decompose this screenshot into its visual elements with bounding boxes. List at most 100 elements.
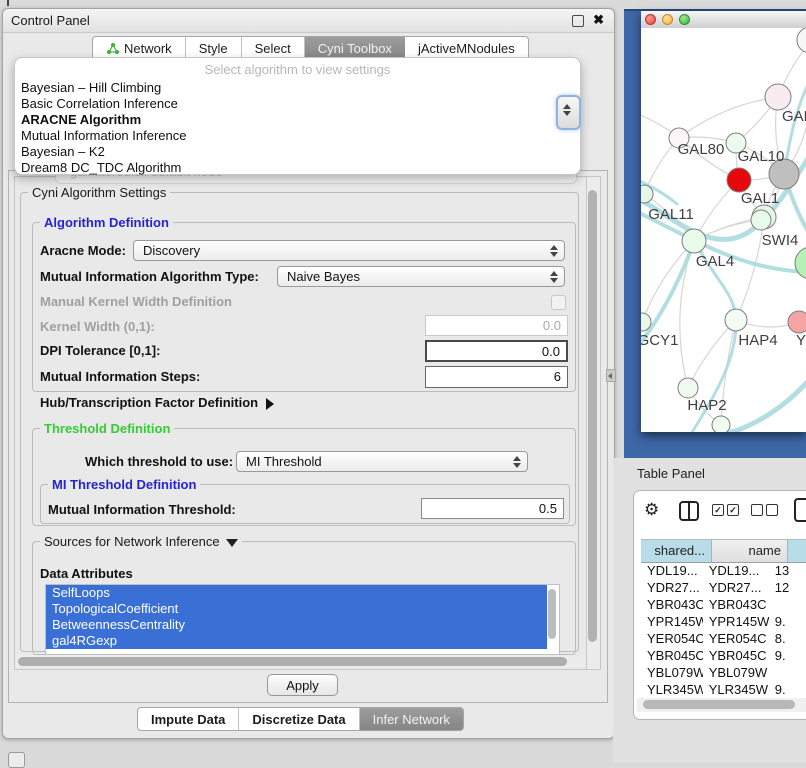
network-window-titlebar[interactable]	[641, 11, 806, 29]
close-icon[interactable]: ✖	[593, 12, 604, 28]
panel-divider-toggle[interactable]	[606, 369, 616, 382]
spinner-arrows-icon	[550, 245, 558, 257]
algorithm-combo-spinner[interactable]	[556, 95, 581, 130]
which-threshold-value: MI Threshold	[246, 454, 322, 469]
settings-hscrollbar-thumb[interactable]	[18, 657, 567, 666]
new-column-icon[interactable]	[794, 498, 806, 522]
network-node-swi4[interactable]	[751, 210, 771, 230]
sources-title-toggle[interactable]: Sources for Network Inference	[40, 534, 242, 549]
screen: { "window": { "title": "Control Panel", …	[0, 0, 806, 762]
algorithm-option-basic-correlation-inference[interactable]: Basic Correlation Inference	[15, 96, 580, 112]
node-label-gcy1: GCY1	[641, 332, 678, 349]
list-scrollbar-thumb[interactable]	[548, 589, 556, 639]
column-header-col2[interactable]	[788, 540, 806, 562]
mi-steps-label: Mutual Information Steps:	[40, 369, 200, 385]
table-row[interactable]: YLR345WYLR345W9.	[641, 681, 806, 698]
table-row[interactable]: YDL19...YDL19...13	[641, 562, 806, 579]
dpi-tolerance-field[interactable]: 0.0	[425, 340, 568, 362]
deselect-all-icon[interactable]	[751, 504, 778, 516]
network-node-gal4[interactable]	[682, 229, 706, 253]
algorithm-option-bayesian-k2[interactable]: Bayesian – K2	[15, 144, 580, 160]
table-hscrollbar-thumb[interactable]	[643, 700, 795, 709]
algorithm-option-mutual-information-inference[interactable]: Mutual Information Inference	[15, 128, 580, 144]
table-row[interactable]: YPR145WYPR145W9.	[641, 613, 806, 630]
column-header-shared-[interactable]: shared...	[641, 540, 712, 562]
network-canvas[interactable]: GALGAL80GAL10GAL1GAL11GAL4SWI4GCY1HAP4YH…	[641, 28, 806, 432]
zoom-traffic-light-icon[interactable]	[679, 14, 690, 25]
mi-type-combo[interactable]: Naive Bayes	[277, 266, 565, 287]
attribute-item-selfloops[interactable]: SelfLoops	[46, 585, 547, 601]
group-title: Cyni Algorithm Settings	[28, 185, 170, 200]
tab-infer-network[interactable]: Infer Network	[360, 708, 463, 730]
mi-threshold-field[interactable]: 0.5	[421, 498, 564, 519]
attribute-item-gal4rgexp[interactable]: gal4RGexp	[46, 633, 547, 649]
kernel-width-field[interactable]: 0.0	[425, 315, 568, 336]
group-title: MI Threshold Definition	[48, 477, 200, 492]
algorithm-dropdown: Select algorithm to view settings Bayesi…	[14, 57, 581, 175]
dpi-tolerance-label: DPI Tolerance [0,1]:	[40, 343, 160, 359]
mi-steps-field[interactable]: 6	[425, 366, 568, 388]
tab-discretize-data[interactable]: Discretize Data	[239, 708, 359, 730]
attribute-item-topologicalcoefficient[interactable]: TopologicalCoefficient	[46, 601, 547, 617]
table-cell: YLR345W	[703, 681, 769, 698]
attribute-item-betweennesscentrality[interactable]: BetweennessCentrality	[46, 617, 547, 633]
network-node[interactable]	[795, 247, 806, 279]
spinner-arrows-icon	[513, 456, 521, 468]
which-threshold-label: Which threshold to use:	[85, 454, 233, 470]
settings-vscrollbar-thumb[interactable]	[588, 190, 597, 642]
network-edge[interactable]	[642, 241, 694, 322]
node-label-hap4: HAP4	[738, 332, 777, 349]
spinner-arrows-icon	[563, 104, 571, 116]
gear-icon[interactable]: ⚙	[644, 500, 659, 520]
table-row[interactable]: YBR043CYBR043C	[641, 596, 806, 613]
network-node[interactable]	[797, 28, 806, 53]
manual-kernel-label: Manual Kernel Width Definition	[40, 294, 232, 310]
network-node-hap2[interactable]	[678, 378, 698, 398]
which-threshold-combo[interactable]: MI Threshold	[236, 451, 528, 472]
table-cell: 13	[769, 562, 806, 579]
select-all-icon[interactable]: ✓ ✓	[712, 504, 739, 516]
tab-impute-data[interactable]: Impute Data	[138, 708, 239, 730]
table-row[interactable]: YDR27...YDR27...12	[641, 579, 806, 596]
hub-definition-toggle[interactable]: Hub/Transcription Factor Definition	[40, 395, 274, 411]
table-cell: YDL19...	[703, 562, 769, 579]
algorithm-option-dream8-dc-tdc-algorithm[interactable]: Dream8 DC_TDC Algorithm	[15, 160, 580, 176]
column-header-name[interactable]: name	[712, 540, 788, 562]
table-row[interactable]: YBR045CYBR045C9.	[641, 647, 806, 664]
algorithm-dropdown-prompt: Select algorithm to view settings	[15, 62, 580, 77]
close-traffic-light-icon[interactable]	[645, 14, 656, 25]
algorithm-option-bayesian-hill-climbing[interactable]: Bayesian – Hill Climbing	[15, 80, 580, 96]
mi-type-label: Mutual Information Algorithm Type:	[40, 269, 259, 285]
minimize-traffic-light-icon[interactable]	[662, 14, 673, 25]
checked-box-icon: ✓	[712, 504, 724, 516]
network-node-hap4[interactable]	[725, 309, 747, 331]
network-node-gal[interactable]	[765, 84, 791, 110]
node-label-swi4: SWI4	[762, 232, 799, 249]
table-cell: YBR043C	[703, 596, 769, 613]
table-cell: YBL079W	[641, 664, 703, 681]
table-cell: 9.	[769, 613, 806, 630]
network-edge[interactable]	[679, 97, 778, 138]
float-window-icon[interactable]	[572, 15, 584, 27]
table-cell: YBR043C	[641, 596, 703, 613]
network-node-y[interactable]	[788, 311, 806, 333]
tab-label: Select	[255, 41, 291, 56]
table-cell: 9.	[769, 647, 806, 664]
unchecked-box-icon	[751, 504, 763, 516]
network-icon	[106, 42, 119, 55]
control-panel-titlebar[interactable]: Control Panel ✖	[3, 9, 614, 33]
network-node[interactable]	[712, 416, 730, 432]
table-row[interactable]: YBL079WYBL079W	[641, 664, 806, 681]
apply-button[interactable]: Apply	[267, 674, 338, 696]
unchecked-box-icon	[766, 504, 778, 516]
network-node[interactable]	[727, 168, 751, 192]
panel-corner-button[interactable]	[8, 752, 25, 768]
column-layout-icon[interactable]	[679, 501, 699, 521]
window-title: Control Panel	[11, 13, 90, 28]
aracne-mode-combo[interactable]: Discovery	[133, 240, 565, 261]
table-row[interactable]: YER054CYER054C8.	[641, 630, 806, 647]
node-label-gal1: GAL1	[741, 190, 779, 207]
manual-kernel-checkbox[interactable]	[551, 295, 566, 310]
algorithm-option-aracne-algorithm[interactable]: ARACNE Algorithm	[15, 112, 580, 128]
bottom-tab-bar: Impute DataDiscretize DataInfer Network	[137, 707, 464, 731]
